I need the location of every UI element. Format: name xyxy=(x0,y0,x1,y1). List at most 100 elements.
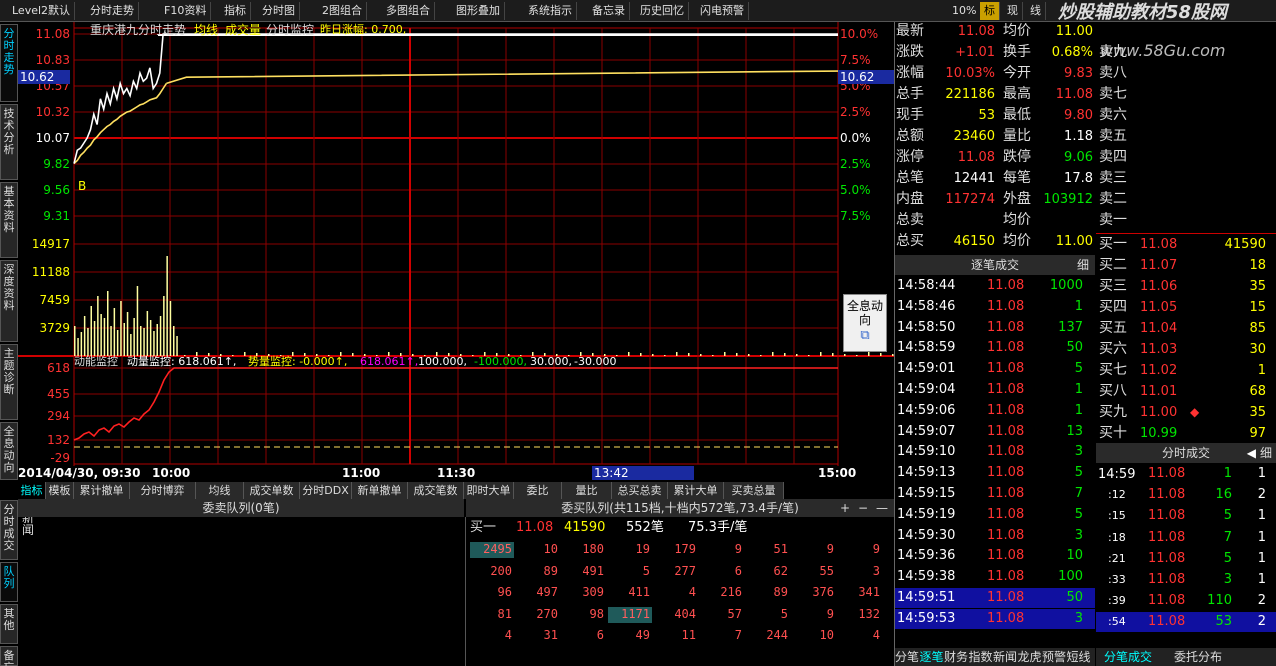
tick-row[interactable]: 14:58:50 11.08 137 xyxy=(895,318,1095,338)
indicator-tab[interactable]: 分时DDX xyxy=(300,482,352,499)
toolbar-2chart[interactable]: 2图组合 xyxy=(318,2,367,20)
holo-popup-button[interactable]: 全息动向 ⧉ xyxy=(843,294,887,352)
tick-row[interactable]: 14:59:36 11.08 10 xyxy=(895,546,1095,566)
sub-l1: 动量监控: 618.061↑, xyxy=(127,355,237,368)
tick-row[interactable]: 14:59:15 11.08 7 xyxy=(895,484,1095,504)
tick-tab[interactable]: 龙虎 xyxy=(1018,651,1042,663)
vtab-memo[interactable]: 备忘 xyxy=(0,646,18,666)
quote-value: 11.00 xyxy=(1055,24,1093,39)
toolbar-multichart[interactable]: 多图组合 xyxy=(382,2,435,20)
toolbar-overlay[interactable]: 图形叠加 xyxy=(452,2,505,20)
vtab-intraday[interactable]: 分时走势 xyxy=(0,24,18,102)
intraday-chart[interactable] xyxy=(18,22,894,482)
tick-row[interactable]: 14:59:10 11.08 3 xyxy=(895,442,1095,462)
toolbar-system[interactable]: 系统指示 xyxy=(524,2,577,20)
indicator-tab[interactable]: 累计撤单 xyxy=(74,482,130,499)
tick-row[interactable]: 14:59:01 11.08 5 xyxy=(895,359,1095,379)
tick-tab[interactable]: 指数 xyxy=(969,651,993,663)
indicator-tab[interactable]: 模板 xyxy=(46,482,74,499)
tick-row[interactable]: 14:59:13 11.08 5 xyxy=(895,463,1095,483)
minute-tab[interactable]: 分笔成交 xyxy=(1104,651,1152,663)
indicator-tab[interactable]: 委比 xyxy=(514,482,562,499)
tick-tab[interactable]: 逐笔 xyxy=(920,651,944,663)
indicator-tab[interactable]: 累计大单 xyxy=(668,482,724,499)
tick-row[interactable]: 14:59:07 11.08 13 xyxy=(895,422,1095,442)
vtab-basic[interactable]: 基本资料 xyxy=(0,182,18,258)
vtab-topic[interactable]: 主题诊断 xyxy=(0,344,18,420)
tick-detail-button[interactable]: 细 xyxy=(1077,255,1089,275)
vtab-technical[interactable]: 技术分析 xyxy=(0,104,18,180)
volume-bar xyxy=(113,308,116,356)
volume-axis-label: 3729 xyxy=(39,321,70,335)
tick-tab[interactable]: 新闻 xyxy=(993,651,1017,663)
vtab-other[interactable]: 其他 xyxy=(0,604,18,644)
tick-row[interactable]: 14:58:59 11.08 50 xyxy=(895,338,1095,358)
toolbar-history[interactable]: 历史回忆 xyxy=(636,2,689,20)
tick-row[interactable]: 14:59:04 11.08 1 xyxy=(895,380,1095,400)
tick-row[interactable]: 14:59:19 11.08 5 xyxy=(895,505,1095,525)
minute-row[interactable]: :33 11.08 3 1 xyxy=(1096,570,1276,590)
tick-tab[interactable]: 分笔 xyxy=(895,651,919,663)
sell-level-label: 卖五 xyxy=(1099,128,1127,144)
tick-tab[interactable]: 预警 xyxy=(1042,651,1066,663)
minute-prev-icon[interactable]: ◀ xyxy=(1247,443,1256,463)
minus-icon[interactable]: − xyxy=(858,499,868,517)
toolbar-intraday-chart[interactable]: 分时图 xyxy=(258,2,300,20)
indicator-tab[interactable]: 指标 xyxy=(18,482,46,499)
quote-label: 内盘 xyxy=(896,191,924,207)
add-icon[interactable]: + xyxy=(840,499,850,517)
zoom-level[interactable]: 10% xyxy=(948,2,982,20)
tick-tab[interactable]: 短线 xyxy=(1067,651,1091,663)
indicator-tab[interactable]: 总买总卖 xyxy=(612,482,668,499)
minute-row[interactable]: :15 11.08 5 1 xyxy=(1096,506,1276,526)
queue-cell: 57 xyxy=(727,606,742,621)
indicator-tab[interactable]: 新单撤单 xyxy=(352,482,408,499)
minute-row[interactable]: :18 11.08 7 1 xyxy=(1096,528,1276,548)
toolbar-level2[interactable]: Level2默认 xyxy=(8,2,76,20)
indicator-tab[interactable]: 成交单数 xyxy=(244,482,300,499)
toolbar-f10[interactable]: F10资料 xyxy=(160,2,212,20)
toolbar-indicator[interactable]: 指标 xyxy=(220,2,251,20)
tab-mark[interactable]: 标 xyxy=(980,2,1000,20)
tab-line[interactable]: 线 xyxy=(1026,2,1046,20)
tick-row[interactable]: 14:59:53 11.08 3 xyxy=(895,608,1095,629)
tab-now[interactable]: 现 xyxy=(1003,2,1023,20)
minute-row[interactable]: :12 11.08 16 2 xyxy=(1096,485,1276,505)
minute-row[interactable]: :39 11.08 110 2 xyxy=(1096,591,1276,611)
indicator-tab[interactable]: 分时博弈 xyxy=(130,482,196,499)
vtab-holo[interactable]: 全息动向 xyxy=(0,422,18,480)
minute-row[interactable]: :21 11.08 5 1 xyxy=(1096,549,1276,569)
minute-row[interactable]: :54 11.08 53 2 xyxy=(1096,612,1276,633)
toolbar-alert[interactable]: 闪电预警 xyxy=(696,2,749,20)
tick-row[interactable]: 14:59:30 11.08 3 xyxy=(895,526,1095,546)
volume-bar xyxy=(77,338,79,356)
tick-row[interactable]: 14:59:51 11.08 50 xyxy=(895,588,1095,608)
vtab-deep[interactable]: 深度资料 xyxy=(0,260,18,342)
vtab-minute-trade[interactable]: 分时成交 xyxy=(0,500,18,560)
quote-label: 外盘 xyxy=(1003,191,1031,207)
momentum-line xyxy=(73,367,838,448)
tick-row[interactable]: 14:58:46 11.08 1 xyxy=(895,297,1095,317)
tick-row[interactable]: 14:59:38 11.08 100 xyxy=(895,567,1095,587)
collapse-icon[interactable]: — xyxy=(876,499,888,517)
indicator-tab[interactable]: 即时大单 xyxy=(464,482,514,499)
tick-row[interactable]: 14:59:06 11.08 1 xyxy=(895,401,1095,421)
volume-bar xyxy=(856,355,858,356)
toolbar-memo[interactable]: 备忘录 xyxy=(588,2,630,20)
volume-bar xyxy=(156,324,158,356)
minute-detail-button[interactable]: 细 xyxy=(1260,443,1272,463)
tick-row[interactable]: 14:58:44 11.08 1000 xyxy=(895,276,1095,296)
tick-tab[interactable]: 财务 xyxy=(944,651,968,663)
indicator-tab[interactable]: 买卖总量 xyxy=(724,482,784,499)
vtab-queue[interactable]: 队列 xyxy=(0,562,18,602)
indicator-tab[interactable]: 均线 xyxy=(196,482,244,499)
indicator-tab[interactable]: 量比 xyxy=(562,482,612,499)
minute-tab[interactable]: 委托分布 xyxy=(1174,651,1222,663)
cursor-time: 13:42 xyxy=(592,466,694,480)
queue-cell: 5 xyxy=(780,606,788,621)
queue-cell: 491 xyxy=(582,563,604,578)
minute-row[interactable]: 14:59 11.08 1 1 xyxy=(1096,464,1276,484)
quote-label: 最新 xyxy=(896,23,924,39)
indicator-tab[interactable]: 成交笔数 xyxy=(408,482,464,499)
toolbar-intraday[interactable]: 分时走势 xyxy=(86,2,139,20)
